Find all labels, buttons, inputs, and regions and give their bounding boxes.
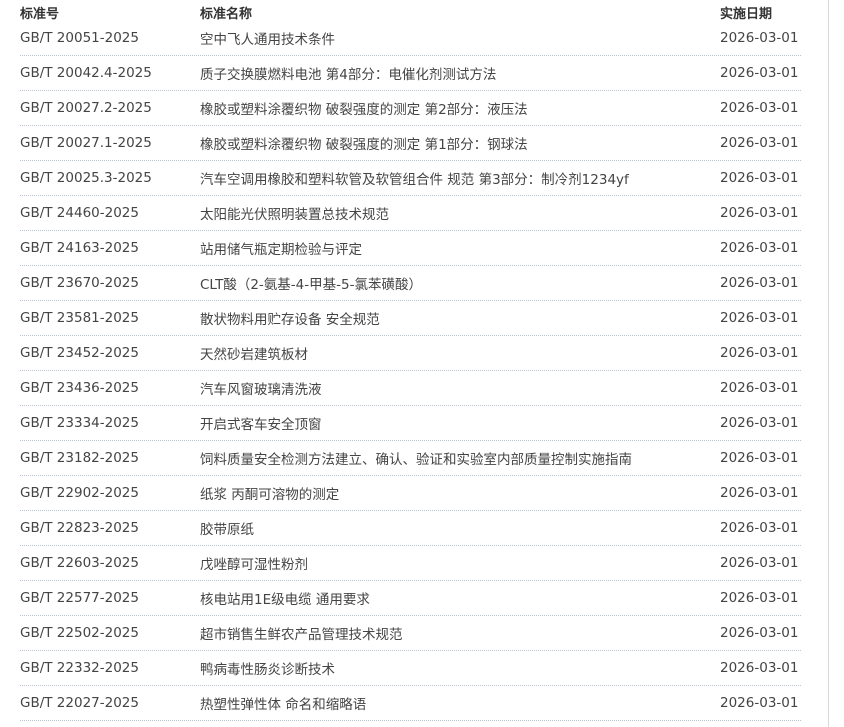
standard-name-link[interactable]: 汽车风窗玻璃清洗液	[200, 378, 720, 398]
implementation-date: 2026-03-01	[720, 135, 799, 151]
table-body: GB/T 20051-2025 空中飞人通用技术条件 2026-03-01 GB/T …	[20, 21, 801, 721]
standard-name-link[interactable]: 空中飞人通用技术条件	[200, 28, 720, 48]
table-row[interactable]: GB/T 22332-2025 鸭病毒性肠炎诊断技术 2026-03-01	[20, 651, 801, 686]
header-date: 实施日期	[720, 6, 773, 22]
standard-name-link[interactable]: 汽车空调用橡胶和塑料软管及软管组合件 规范 第3部分：制冷剂1234yf	[200, 168, 720, 188]
standard-code[interactable]: GB/T 23436-2025	[20, 380, 200, 396]
standard-code[interactable]: GB/T 20027.1-2025	[20, 135, 200, 151]
standard-code[interactable]: GB/T 23182-2025	[20, 450, 200, 466]
standard-name-link[interactable]: 太阳能光伏照明装置总技术规范	[200, 203, 720, 223]
standard-name-link[interactable]: CLT酸（2-氨基-4-甲基-5-氯苯磺酸）	[200, 273, 720, 293]
standard-code[interactable]: GB/T 23581-2025	[20, 310, 200, 326]
table-row[interactable]: GB/T 23581-2025 散状物料用贮存设备 安全规范 2026-03-01	[20, 301, 801, 336]
standards-table: 标准号 标准名称 实施日期 GB/T 20051-2025 空中飞人通用技术条件 2…	[20, 0, 801, 721]
standard-code[interactable]: GB/T 22577-2025	[20, 590, 200, 606]
standard-name-link[interactable]: 戊唑醇可湿性粉剂	[200, 553, 720, 573]
implementation-date: 2026-03-01	[720, 695, 799, 711]
standard-code[interactable]: GB/T 22027-2025	[20, 695, 200, 711]
standard-code[interactable]: GB/T 20051-2025	[20, 30, 200, 46]
standard-name-link[interactable]: 站用储气瓶定期检验与评定	[200, 238, 720, 258]
implementation-date: 2026-03-01	[720, 555, 799, 571]
table-row[interactable]: GB/T 20027.1-2025 橡胶或塑料涂覆织物 破裂强度的测定 第1部分：…	[20, 126, 801, 161]
table-row[interactable]: GB/T 23334-2025 开启式客车安全顶窗 2026-03-01	[20, 406, 801, 441]
header-name: 标准名称	[200, 6, 253, 22]
standard-code[interactable]: GB/T 24163-2025	[20, 240, 200, 256]
table-row[interactable]: GB/T 20025.3-2025 汽车空调用橡胶和塑料软管及软管组合件 规范 第…	[20, 161, 801, 196]
standard-code[interactable]: GB/T 20027.2-2025	[20, 100, 200, 116]
standard-name-link[interactable]: 胶带原纸	[200, 518, 720, 538]
standard-code[interactable]: GB/T 23334-2025	[20, 415, 200, 431]
implementation-date: 2026-03-01	[720, 485, 799, 501]
standard-name-link[interactable]: 橡胶或塑料涂覆织物 破裂强度的测定 第1部分：钢球法	[200, 133, 720, 153]
standards-panel: 标准号 标准名称 实施日期 GB/T 20051-2025 空中飞人通用技术条件 2…	[0, 0, 829, 727]
table-row[interactable]: GB/T 22823-2025 胶带原纸 2026-03-01	[20, 511, 801, 546]
standard-code[interactable]: GB/T 22502-2025	[20, 625, 200, 641]
standard-name-link[interactable]: 散状物料用贮存设备 安全规范	[200, 308, 720, 328]
implementation-date: 2026-03-01	[720, 415, 799, 431]
implementation-date: 2026-03-01	[720, 310, 799, 326]
implementation-date: 2026-03-01	[720, 345, 799, 361]
standard-name-link[interactable]: 质子交换膜燃料电池 第4部分：电催化剂测试方法	[200, 63, 720, 83]
standard-name-link[interactable]: 鸭病毒性肠炎诊断技术	[200, 658, 720, 678]
implementation-date: 2026-03-01	[720, 660, 799, 676]
implementation-date: 2026-03-01	[720, 520, 799, 536]
table-row[interactable]: GB/T 23436-2025 汽车风窗玻璃清洗液 2026-03-01	[20, 371, 801, 406]
implementation-date: 2026-03-01	[720, 625, 799, 641]
standard-code[interactable]: GB/T 22603-2025	[20, 555, 200, 571]
table-row[interactable]: GB/T 24460-2025 太阳能光伏照明装置总技术规范 2026-03-01	[20, 196, 801, 231]
implementation-date: 2026-03-01	[720, 380, 799, 396]
implementation-date: 2026-03-01	[720, 170, 799, 186]
implementation-date: 2026-03-01	[720, 30, 799, 46]
table-row[interactable]: GB/T 22502-2025 超市销售生鲜农产品管理技术规范 2026-03-01	[20, 616, 801, 651]
standard-name-link[interactable]: 热塑性弹性体 命名和缩略语	[200, 693, 720, 713]
standard-code[interactable]: GB/T 24460-2025	[20, 205, 200, 221]
implementation-date: 2026-03-01	[720, 590, 799, 606]
table-row[interactable]: GB/T 23452-2025 天然砂岩建筑板材 2026-03-01	[20, 336, 801, 371]
standard-code[interactable]: GB/T 20042.4-2025	[20, 65, 200, 81]
implementation-date: 2026-03-01	[720, 65, 799, 81]
table-row[interactable]: GB/T 23670-2025 CLT酸（2-氨基-4-甲基-5-氯苯磺酸） 202…	[20, 266, 801, 301]
implementation-date: 2026-03-01	[720, 450, 799, 466]
implementation-date: 2026-03-01	[720, 240, 799, 256]
standard-name-link[interactable]: 橡胶或塑料涂覆织物 破裂强度的测定 第2部分：液压法	[200, 98, 720, 118]
standard-code[interactable]: GB/T 20025.3-2025	[20, 170, 200, 186]
standard-name-link[interactable]: 饲料质量安全检测方法建立、确认、验证和实验室内部质量控制实施指南	[200, 448, 720, 468]
standard-code[interactable]: GB/T 22332-2025	[20, 660, 200, 676]
table-row[interactable]: GB/T 23182-2025 饲料质量安全检测方法建立、确认、验证和实验室内部质…	[20, 441, 801, 476]
table-row[interactable]: GB/T 22577-2025 核电站用1E级电缆 通用要求 2026-03-01	[20, 581, 801, 616]
table-row[interactable]: GB/T 20027.2-2025 橡胶或塑料涂覆织物 破裂强度的测定 第2部分：…	[20, 91, 801, 126]
standard-code[interactable]: GB/T 22823-2025	[20, 520, 200, 536]
standard-name-link[interactable]: 核电站用1E级电缆 通用要求	[200, 588, 720, 608]
table-row[interactable]: GB/T 20051-2025 空中飞人通用技术条件 2026-03-01	[20, 21, 801, 56]
standard-name-link[interactable]: 天然砂岩建筑板材	[200, 343, 720, 363]
table-row[interactable]: GB/T 24163-2025 站用储气瓶定期检验与评定 2026-03-01	[20, 231, 801, 266]
standard-code[interactable]: GB/T 23670-2025	[20, 275, 200, 291]
standard-name-link[interactable]: 开启式客车安全顶窗	[200, 413, 720, 433]
implementation-date: 2026-03-01	[720, 275, 799, 291]
implementation-date: 2026-03-01	[720, 205, 799, 221]
standard-code[interactable]: GB/T 23452-2025	[20, 345, 200, 361]
table-row[interactable]: GB/T 22027-2025 热塑性弹性体 命名和缩略语 2026-03-01	[20, 686, 801, 721]
table-header: 标准号 标准名称 实施日期	[20, 0, 801, 24]
standard-name-link[interactable]: 纸浆 丙酮可溶物的测定	[200, 483, 720, 503]
header-code: 标准号	[20, 6, 60, 22]
implementation-date: 2026-03-01	[720, 100, 799, 116]
table-row[interactable]: GB/T 22603-2025 戊唑醇可湿性粉剂 2026-03-01	[20, 546, 801, 581]
table-row[interactable]: GB/T 22902-2025 纸浆 丙酮可溶物的测定 2026-03-01	[20, 476, 801, 511]
table-row[interactable]: GB/T 20042.4-2025 质子交换膜燃料电池 第4部分：电催化剂测试方法…	[20, 56, 801, 91]
standard-name-link[interactable]: 超市销售生鲜农产品管理技术规范	[200, 623, 720, 643]
standard-code[interactable]: GB/T 22902-2025	[20, 485, 200, 501]
